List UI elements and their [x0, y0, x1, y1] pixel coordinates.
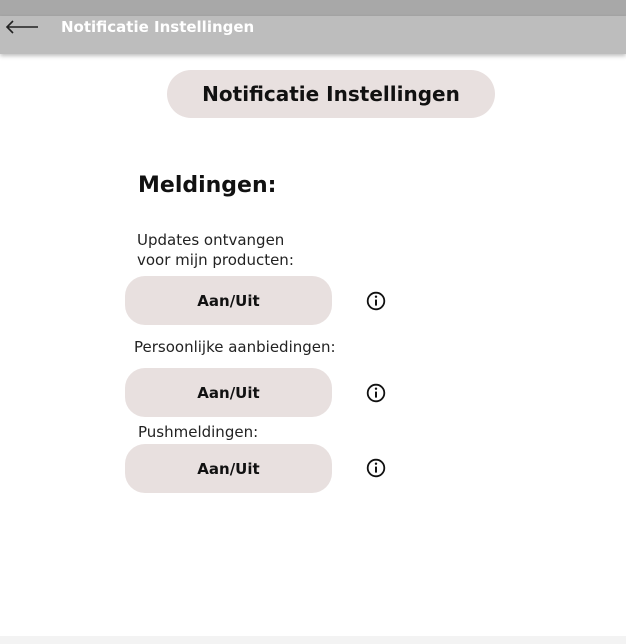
setting-label-updates-line2: voor mijn producten:: [137, 251, 294, 269]
push-toggle-button[interactable]: Aan/Uit: [125, 444, 332, 493]
bottom-bar: [0, 636, 626, 644]
arrow-left-icon: [5, 20, 38, 34]
setting-label-offers: Persoonlijke aanbiedingen:: [134, 338, 336, 356]
notification-settings-screen: Notificatie Instellingen Notificatie Ins…: [0, 0, 626, 644]
app-bar-title: Notificatie Instellingen: [61, 18, 255, 36]
info-icon[interactable]: [366, 291, 386, 311]
setting-label-updates: Updates ontvangen voor mijn producten:: [137, 230, 294, 270]
info-icon[interactable]: [366, 383, 386, 403]
setting-label-push: Pushmeldingen:: [138, 423, 259, 441]
offers-toggle-button[interactable]: Aan/Uit: [125, 368, 332, 417]
app-bar: Notificatie Instellingen: [0, 16, 626, 54]
status-strip: [0, 0, 626, 16]
updates-toggle-button[interactable]: Aan/Uit: [125, 276, 332, 325]
setting-label-updates-line1: Updates ontvangen: [137, 231, 285, 249]
back-button[interactable]: [4, 16, 40, 38]
section-heading-meldingen: Meldingen:: [138, 173, 277, 198]
info-icon[interactable]: [366, 458, 386, 478]
page-title: Notificatie Instellingen: [167, 70, 495, 118]
